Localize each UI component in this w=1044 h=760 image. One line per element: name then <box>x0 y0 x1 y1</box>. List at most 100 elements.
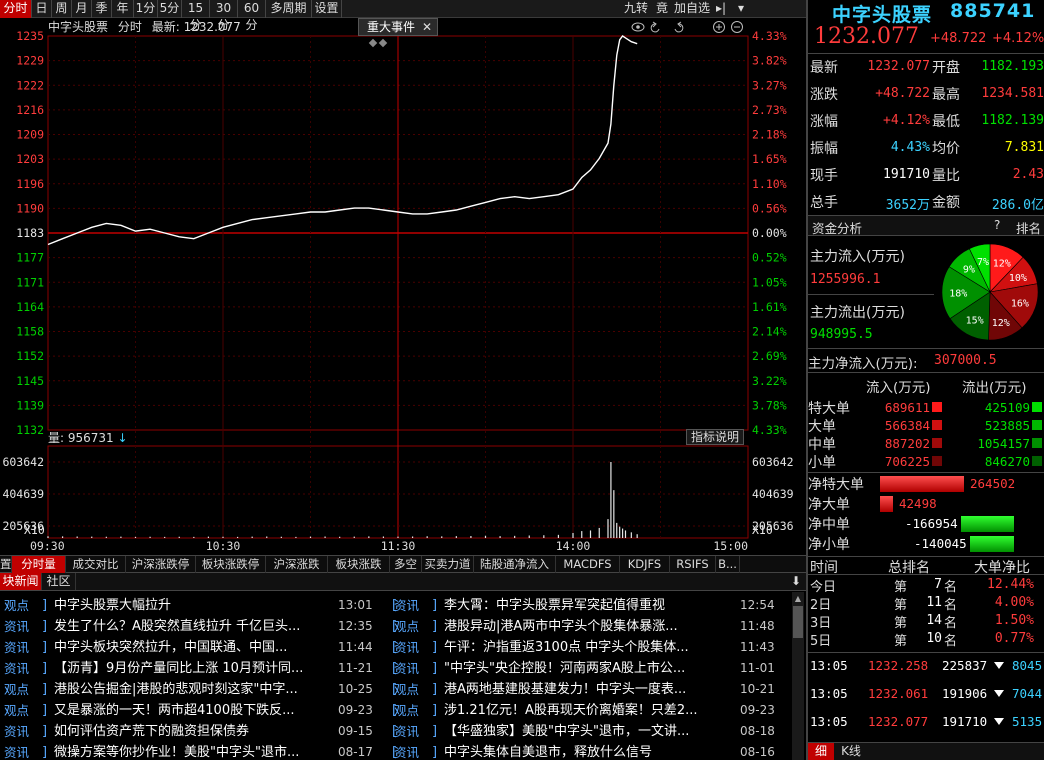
period-tab-0[interactable]: 分时 <box>0 0 32 18</box>
period-tab-1[interactable]: 日 <box>32 0 52 18</box>
news-item[interactable]: 观点] 港股公告掘金|港股的悲观时刻这家"中字... 10-25 <box>0 679 382 700</box>
news-title[interactable]: 如何评估资产荒下的融资担保债券 <box>54 721 332 742</box>
news-item[interactable]: 资讯] "中字头"央企控股！河南两家A股上市公... 11-01 <box>390 658 784 679</box>
pct-tick-label: 4.33% <box>752 29 787 43</box>
tab-community[interactable]: 社区 <box>42 573 76 590</box>
news-item[interactable]: 资讯] 发生了什么？A股突然直线拉升 千亿巨头... 12:35 <box>0 616 382 637</box>
analysis-tab-1[interactable]: 分时量 <box>12 556 66 573</box>
close-icon[interactable]: ✕ <box>422 19 432 35</box>
more-dropdown-icon[interactable]: ▾ <box>738 0 744 18</box>
news-item[interactable]: 资讯] 微操方案等你抄作业！美股"中字头"退市... 08-17 <box>0 742 382 760</box>
news-item[interactable]: 资讯] 午评：沪指重返3100点 中字头个股集体... 11:43 <box>390 637 784 658</box>
news-title[interactable]: 中字头股票大幅拉升 <box>54 595 332 616</box>
rank-button[interactable]: 排名 <box>1016 218 1041 237</box>
news-title[interactable]: 港股异动|港A两市中字头个股集体暴涨... <box>444 616 716 637</box>
news-item[interactable]: 资讯] 中字头板块突然拉升，中国联通、中国... 11:44 <box>0 637 382 658</box>
news-scrollbar[interactable]: ▲ <box>792 592 804 760</box>
compete-button[interactable]: 竟 <box>656 0 668 18</box>
analysis-tab-9[interactable]: 陆股通净流入 <box>474 556 556 573</box>
news-item[interactable]: 观点] 港A两地基建股基建发力！中字头一度表... 10-21 <box>390 679 784 700</box>
news-item[interactable]: 资讯] 【华盛独家】美股"中字头"退市，一文讲... 08-18 <box>390 721 784 742</box>
analysis-tab-10[interactable]: MACDFS <box>556 556 620 573</box>
download-icon[interactable]: ⬇ <box>788 573 804 590</box>
eye-icon[interactable] <box>631 22 645 32</box>
chart-svg[interactable]: 1235 4.33% 1229 3.82% 1222 3.27% 1216 2.73% 1209… <box>0 18 806 555</box>
period-tab-10[interactable]: 60分 <box>238 0 266 32</box>
analysis-tab-13[interactable]: B... <box>716 556 740 573</box>
analysis-tab-3[interactable]: 沪深涨跌停 <box>126 556 196 573</box>
news-item[interactable]: 观点] 又是暴涨的一天！两市超4100股下跌反... 09-23 <box>0 700 382 721</box>
news-title[interactable]: "中字头"央企控股！河南两家A股上市公... <box>444 658 716 679</box>
tab-kline[interactable]: K线 <box>836 743 866 760</box>
flow-out-swatch <box>1032 456 1042 466</box>
news-title[interactable]: 中字头集体自美退市，释放什么信号 <box>444 742 716 760</box>
scroll-up-icon[interactable]: ▲ <box>793 594 803 604</box>
tick-extra: 5135 <box>1012 714 1043 729</box>
nine-turn-button[interactable]: 九转 <box>624 0 648 18</box>
news-title[interactable]: 李大霄：中字头股票异军突起值得重视 <box>444 595 716 616</box>
news-item[interactable]: 资讯] 【沥青】9月份产量同比上涨 10月预计同... 11-21 <box>0 658 382 679</box>
news-title[interactable]: 港A两地基建股基建发力！中字头一度表... <box>444 679 716 700</box>
analysis-tab-6[interactable]: 板块涨跌 <box>328 556 390 573</box>
period-tab-6[interactable]: 1分 <box>134 0 158 18</box>
add-watchlist-button[interactable]: 加自选 <box>674 0 710 18</box>
zoom-in-icon[interactable] <box>713 21 725 33</box>
chart-mode: 分时 <box>117 20 142 34</box>
flow-in-swatch <box>932 438 942 448</box>
news-title[interactable]: 港股公告掘金|港股的悲观时刻这家"中字... <box>54 679 332 700</box>
event-marker[interactable] <box>368 38 378 48</box>
period-tab-12[interactable]: 设置 <box>312 0 342 18</box>
analysis-tab-7[interactable]: 多空 <box>390 556 422 573</box>
help-icon[interactable]: ? <box>994 218 1000 232</box>
period-tab-2[interactable]: 周 <box>52 0 72 18</box>
analysis-tab-4[interactable]: 板块涨跌停 <box>196 556 266 573</box>
analysis-tab-11[interactable]: KDJFS <box>620 556 670 573</box>
news-date: 09-15 <box>338 724 373 738</box>
news-item[interactable]: 资讯] 李大霄：中字头股票异军突起值得重视 12:54 <box>390 595 784 616</box>
news-item[interactable]: 资讯] 中字头集体自美退市，释放什么信号 08-16 <box>390 742 784 760</box>
intraday-chart[interactable]: 1235 4.33% 1229 3.82% 1222 3.27% 1216 2.73% 1209… <box>0 18 806 555</box>
price-tick-label: 1190 <box>16 201 44 215</box>
news-title[interactable]: 涉1.21亿元！A股再现天价离婚案！只差2... <box>444 700 716 721</box>
news-title[interactable]: 午评：沪指重返3100点 中字头个股集体... <box>444 637 716 658</box>
rank-suffix: 名 <box>944 580 958 595</box>
news-item[interactable]: 观点] 港股异动|港A两市中字头个股集体暴涨... 11:48 <box>390 616 784 637</box>
indicator-help-button[interactable]: 指标说明 <box>686 429 744 445</box>
news-title[interactable]: 发生了什么？A股突然直线拉升 千亿巨头... <box>54 616 332 637</box>
news-title[interactable]: 又是暴涨的一天！两市超4100股下跌反... <box>54 700 332 721</box>
news-date: 13:01 <box>338 598 373 612</box>
event-marker[interactable] <box>378 38 388 48</box>
ranking-head-rank: 总排名 <box>888 560 930 576</box>
news-title[interactable]: 微操方案等你抄作业！美股"中字头"退市... <box>54 742 332 760</box>
news-title[interactable]: 【沥青】9月份产量同比上涨 10月预计同... <box>54 658 332 679</box>
scroll-thumb[interactable] <box>793 606 803 638</box>
tab-sector-news[interactable]: 块新闻 <box>0 573 42 590</box>
tab-detail[interactable]: 细 <box>808 743 834 760</box>
news-item[interactable]: 观点] 中字头股票大幅拉升 13:01 <box>0 595 382 616</box>
zoom-out-icon[interactable] <box>731 21 743 33</box>
news-title[interactable]: 中字头板块突然拉升，中国联通、中国... <box>54 637 332 658</box>
analysis-tab-8[interactable]: 买卖力道 <box>422 556 474 573</box>
major-events-button[interactable]: 重大事件 ✕ <box>358 18 438 36</box>
analysis-tab-5[interactable]: 沪深涨跌 <box>266 556 328 573</box>
period-tab-8[interactable]: 15分 <box>182 0 210 32</box>
quote-label: 量比 <box>932 168 960 184</box>
period-tab-9[interactable]: 30分 <box>210 0 238 32</box>
undo-icon[interactable] <box>650 21 660 33</box>
news-item[interactable]: 资讯] 如何评估资产荒下的融资担保债券 09-15 <box>0 721 382 742</box>
period-tab-5[interactable]: 年 <box>112 0 134 18</box>
flow-out-value: 523885 <box>984 418 1030 433</box>
price-tick-label: 1132 <box>16 423 44 437</box>
analysis-tab-2[interactable]: 成交对比 <box>66 556 126 573</box>
period-tab-11[interactable]: 多周期 <box>266 0 312 18</box>
sidebar-toggle-icon[interactable]: ▸| <box>716 0 726 18</box>
period-tab-3[interactable]: 月 <box>72 0 92 18</box>
analysis-tab-12[interactable]: RSIFS <box>670 556 716 573</box>
redo-icon[interactable] <box>674 21 684 33</box>
period-tab-4[interactable]: 季 <box>92 0 112 18</box>
news-date: 11-01 <box>740 661 775 675</box>
news-item[interactable]: 观点] 涉1.21亿元！A股再现天价离婚案！只差2... 09-23 <box>390 700 784 721</box>
period-tab-7[interactable]: 5分 <box>158 0 182 18</box>
news-title[interactable]: 【华盛独家】美股"中字头"退市，一文讲... <box>444 721 716 742</box>
analysis-tab-0[interactable]: 置 <box>0 556 12 573</box>
